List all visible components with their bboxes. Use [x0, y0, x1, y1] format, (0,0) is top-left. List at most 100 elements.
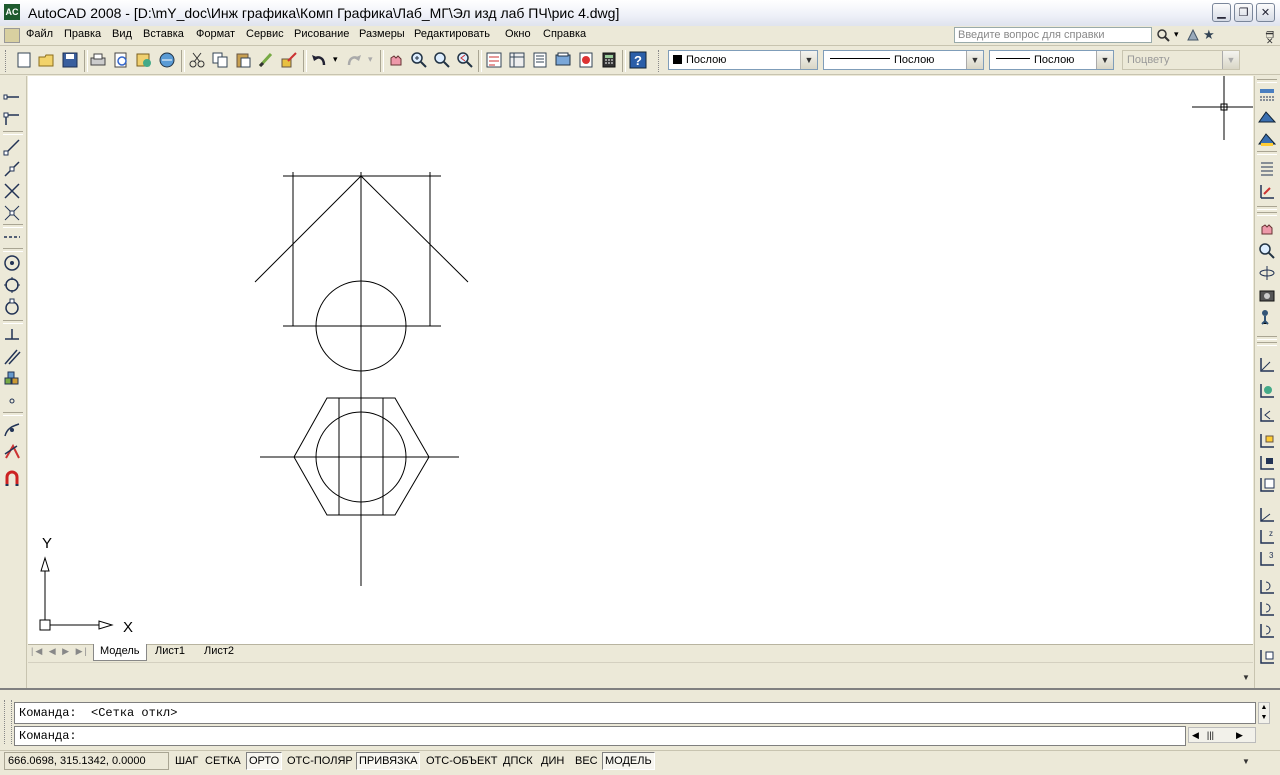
- ucs-icon-button[interactable]: [1258, 356, 1276, 374]
- coordinates-display[interactable]: 666.0698, 315.1342, 0.0000: [4, 752, 169, 770]
- command-hscrollbar[interactable]: ◀ ||| ▶: [1188, 727, 1256, 743]
- menu-edit[interactable]: Правка: [64, 28, 101, 40]
- block-editor-icon[interactable]: [280, 51, 298, 69]
- chevron-down-icon[interactable]: ▼: [966, 51, 983, 69]
- zoom-window-icon[interactable]: [433, 51, 451, 69]
- pan-realtime-icon[interactable]: [387, 51, 405, 69]
- chevron-down-icon[interactable]: ▼: [800, 51, 817, 69]
- ucs-y-rotate-icon[interactable]: [1258, 600, 1276, 618]
- quickcalc-icon[interactable]: [600, 51, 618, 69]
- ucs-world-icon[interactable]: [1258, 382, 1276, 400]
- dyn-toggle[interactable]: ДИН: [538, 752, 567, 770]
- camera-icon[interactable]: [1258, 286, 1276, 304]
- layer-properties-icon[interactable]: [1258, 86, 1276, 104]
- ducs-toggle[interactable]: ДПСК: [500, 752, 536, 770]
- layer-isolate-icon[interactable]: [1258, 182, 1276, 200]
- tab-model[interactable]: Модель: [100, 645, 139, 657]
- restore-icon[interactable]: ❐: [1234, 3, 1253, 22]
- ellipse-icon[interactable]: [3, 326, 21, 344]
- ucs-origin-icon[interactable]: [1258, 506, 1276, 524]
- menu-file[interactable]: Файл: [26, 28, 53, 40]
- menu-draw[interactable]: Рисование: [294, 28, 349, 40]
- lineweight-control-select[interactable]: Послою ▼: [989, 50, 1114, 70]
- menu-view[interactable]: Вид: [112, 28, 132, 40]
- layer-previous-icon[interactable]: [1258, 130, 1276, 148]
- design-center-icon[interactable]: [508, 51, 526, 69]
- gradient-icon[interactable]: [3, 420, 21, 438]
- menu-dimension[interactable]: Размеры: [359, 28, 405, 40]
- save-icon[interactable]: [61, 51, 79, 69]
- point-icon[interactable]: [3, 392, 21, 410]
- polygon-icon[interactable]: [3, 160, 21, 178]
- toolbar-grip[interactable]: [658, 50, 662, 72]
- command-scrollbar[interactable]: ▲ ▼: [1258, 702, 1270, 724]
- command-input[interactable]: Команда:: [14, 726, 1186, 746]
- ucs-3point-icon[interactable]: 3: [1258, 550, 1276, 568]
- polar-toggle[interactable]: ОТС-ПОЛЯР: [284, 752, 356, 770]
- toolbar-grip[interactable]: [1257, 212, 1277, 216]
- toolbar-grip[interactable]: [1257, 342, 1277, 346]
- ucs-previous-icon[interactable]: [1258, 406, 1276, 424]
- plot-preview-icon[interactable]: [112, 51, 130, 69]
- tool-palettes-icon[interactable]: [531, 51, 549, 69]
- menu-tools[interactable]: Сервис: [246, 28, 284, 40]
- ucs-x-rotate-icon[interactable]: [1258, 578, 1276, 596]
- ucs-apply-icon[interactable]: [1258, 648, 1276, 666]
- horizontal-scroll-area[interactable]: [28, 662, 1253, 689]
- paste-icon[interactable]: [234, 51, 252, 69]
- document-icon[interactable]: [4, 28, 20, 43]
- make-block-icon[interactable]: [3, 370, 21, 388]
- search-icon[interactable]: [1156, 28, 1170, 42]
- region-icon[interactable]: [3, 442, 21, 460]
- autocad-app-icon[interactable]: AC: [4, 4, 20, 20]
- drawing-canvas[interactable]: Y X: [28, 76, 1253, 644]
- ucs-object-icon[interactable]: [1258, 454, 1276, 472]
- tab-layout2[interactable]: Лист2: [204, 645, 234, 657]
- toolbar-grip[interactable]: [1257, 79, 1277, 83]
- ucs-view-icon[interactable]: [1258, 476, 1276, 494]
- command-window-grip[interactable]: [4, 700, 12, 744]
- plot-icon[interactable]: [89, 51, 107, 69]
- open-file-icon[interactable]: [38, 51, 56, 69]
- menu-help[interactable]: Справка: [543, 28, 586, 40]
- color-control-select[interactable]: Послою ▼: [668, 50, 818, 70]
- markup-set-manager-icon[interactable]: [577, 51, 595, 69]
- menu-window[interactable]: Окно: [505, 28, 531, 40]
- favorites-star-icon[interactable]: ★: [1203, 27, 1215, 43]
- publish-icon[interactable]: [135, 51, 153, 69]
- match-properties-icon[interactable]: [257, 51, 275, 69]
- ucs-face-icon[interactable]: [1258, 432, 1276, 450]
- orbit-icon[interactable]: [1258, 264, 1276, 282]
- minimize-icon[interactable]: ▁: [1212, 3, 1231, 22]
- circle-icon[interactable]: [3, 254, 21, 272]
- revision-cloud-icon[interactable]: [3, 276, 21, 294]
- communication-center-icon[interactable]: [1186, 28, 1200, 42]
- ucs-z-axis-icon[interactable]: z: [1258, 528, 1276, 546]
- menu-modify[interactable]: Редактировать: [414, 28, 490, 40]
- spline-icon[interactable]: [3, 298, 21, 316]
- status-bar-menu-icon[interactable]: ▼: [1242, 757, 1250, 766]
- zoom-previous-icon[interactable]: [456, 51, 474, 69]
- copy-icon[interactable]: [211, 51, 229, 69]
- dropdown-arrow-icon[interactable]: ▾: [1174, 29, 1179, 40]
- snap-toggle[interactable]: ШАГ: [172, 752, 201, 770]
- osnap-toggle[interactable]: ПРИВЯЗКА: [356, 752, 421, 770]
- cut-icon[interactable]: [188, 51, 206, 69]
- properties-icon[interactable]: [485, 51, 503, 69]
- ortho-toggle[interactable]: ОРТО: [246, 752, 283, 770]
- rectangle-icon[interactable]: [3, 182, 21, 200]
- chevron-down-icon[interactable]: ▼: [1096, 51, 1113, 69]
- linetype-control-select[interactable]: Послою ▼: [823, 50, 984, 70]
- line-icon[interactable]: [3, 88, 21, 106]
- layer-walk-icon[interactable]: [1258, 160, 1276, 178]
- zoom-realtime-icon[interactable]: [410, 51, 428, 69]
- magnet-icon[interactable]: [3, 470, 21, 488]
- menu-format[interactable]: Формат: [196, 28, 235, 40]
- tab-navigation-arrows[interactable]: |◀ ◀ ▶ ▶|: [31, 646, 89, 659]
- help-icon[interactable]: ?: [629, 51, 647, 69]
- sheet-set-manager-icon[interactable]: [554, 51, 572, 69]
- document-window-controls[interactable]: ▁ ❐ ✕: [1266, 25, 1278, 46]
- ucs-z-rotate-icon[interactable]: [1258, 622, 1276, 640]
- polyline-icon[interactable]: [3, 138, 21, 156]
- otrack-toggle[interactable]: ОТС-ОБЪЕКТ: [423, 752, 500, 770]
